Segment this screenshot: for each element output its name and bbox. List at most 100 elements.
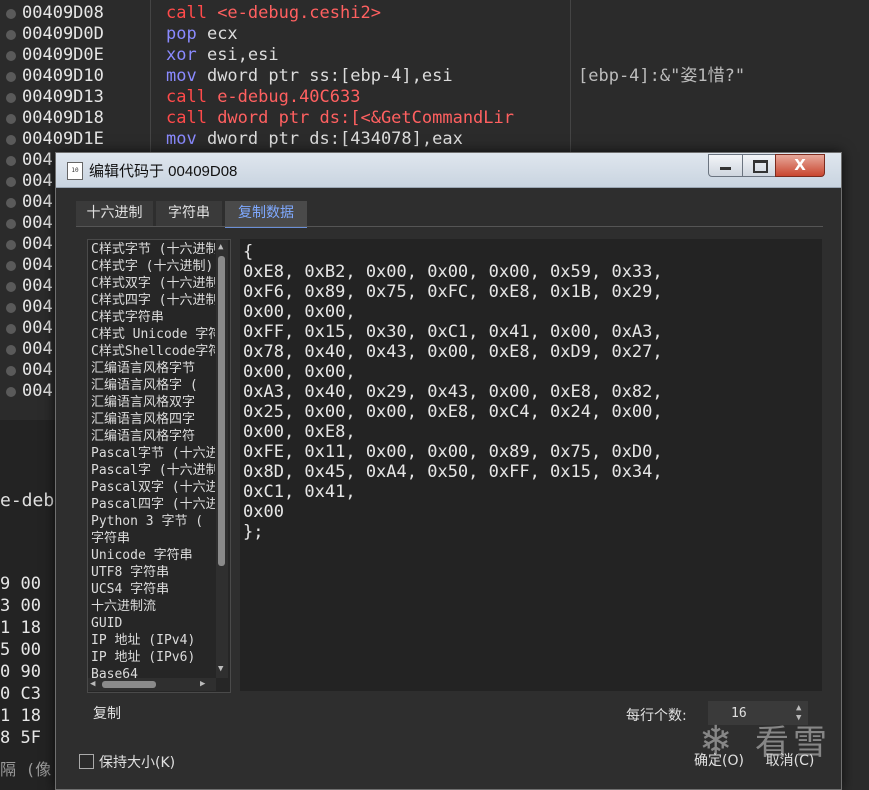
format-list-item[interactable]: C样式字符串 [91, 309, 215, 326]
copy-button[interactable]: 复制 [87, 703, 127, 725]
scroll-right-icon[interactable]: ▶ [200, 678, 205, 691]
minimize-button[interactable] [708, 154, 743, 177]
format-list-item[interactable]: IP 地址 (IPv6) [91, 649, 215, 666]
asm-row-stub: 004 [0, 150, 56, 171]
asm-row[interactable]: 00409D10 mov dword ptr ss:[ebp-4],esi [ebp… [0, 66, 869, 87]
format-list-item[interactable]: 汇编语言风格字符 [91, 428, 215, 445]
format-list-item[interactable]: C样式四字 (十六进制) [91, 292, 215, 309]
asm-row-stub: 004 [0, 318, 56, 339]
tab-hex[interactable]: 十六进制 [76, 201, 153, 226]
format-list-item[interactable]: C样式Shellcode字符串 [91, 343, 215, 360]
format-list-item[interactable]: C样式字 (十六进制) [91, 258, 215, 275]
breakpoint-dot-icon[interactable] [6, 72, 16, 82]
format-list-item[interactable]: 汇编语言风格字 ( [91, 377, 215, 394]
asm-row[interactable]: 00409D1E mov dword ptr ds:[434078],eax [0, 129, 869, 150]
scroll-thumb[interactable] [218, 256, 225, 566]
asm-row-stub: 004 [0, 171, 56, 192]
dump-row: 3 00 [0, 596, 41, 616]
breakpoint-dot-icon [6, 282, 16, 292]
code-output-textarea[interactable]: { 0xE8, 0xB2, 0x00, 0x00, 0x00, 0x59, 0x… [240, 239, 822, 691]
per-line-label: 每行个数: [626, 708, 687, 724]
asm-row[interactable]: 00409D08 call <e-debug.ceshi2> [0, 3, 869, 24]
asm-address: 00409D1E [22, 129, 104, 149]
asm-row[interactable]: 00409D13 call e-debug.40C633 [0, 87, 869, 108]
breakpoint-dot-icon[interactable] [6, 114, 16, 124]
format-list-item[interactable]: IP 地址 (IPv4) [91, 632, 215, 649]
asm-instruction: call e-debug.40C633 [166, 87, 361, 107]
breakpoint-dot-icon [6, 324, 16, 334]
edit-code-dialog: 10 编辑代码于 00409D08 X 十六进制 字符串 复制数据 C样式字节 … [55, 152, 842, 790]
breakpoint-dot-icon[interactable] [6, 135, 16, 145]
asm-address: 004 [22, 213, 53, 233]
asm-address: 004 [22, 234, 53, 254]
asm-instruction: call <e-debug.ceshi2> [166, 3, 381, 23]
asm-row-stub: 004 [0, 192, 56, 213]
close-button[interactable]: X [775, 154, 825, 177]
asm-address: 004 [22, 192, 53, 212]
asm-address: 004 [22, 150, 53, 170]
breakpoint-dot-icon[interactable] [6, 51, 16, 61]
format-list-item[interactable]: Unicode 字符串 [91, 547, 215, 564]
dump-row: 9 00 [0, 574, 41, 594]
format-list[interactable]: C样式字节 (十六进制) C样式字 (十六进制) C样式双字 (十六进制) C样式四字… [87, 239, 231, 693]
maximize-button[interactable] [742, 154, 776, 177]
dialog-titlebar[interactable]: 10 编辑代码于 00409D08 X [56, 153, 841, 188]
asm-address: 004 [22, 339, 53, 359]
asm-comment: [ebp-4]:&"姿1惜?" [578, 66, 746, 86]
breakpoint-dot-icon [6, 177, 16, 187]
scroll-up-icon[interactable]: ▲ [218, 242, 223, 252]
spin-arrows-icon[interactable]: ▲ ▼ [796, 703, 801, 723]
per-line-spinbox[interactable]: ▲▼ [708, 701, 808, 725]
format-list-vscrollbar[interactable]: ▲ ▼ [216, 240, 228, 678]
scroll-left-icon[interactable]: ◀ [90, 678, 95, 691]
breakpoint-dot-icon [6, 219, 16, 229]
close-icon: X [794, 156, 806, 174]
per-line-input[interactable] [708, 701, 788, 725]
breakpoint-dot-icon[interactable] [6, 9, 16, 19]
breakpoint-dot-icon [6, 198, 16, 208]
format-list-item[interactable]: UCS4 字符串 [91, 581, 215, 598]
ok-button[interactable]: 确定(O) [686, 748, 752, 774]
format-list-item[interactable]: Pascal字 (十六进制) [91, 462, 215, 479]
minimize-icon [720, 167, 731, 170]
asm-address: 004 [22, 276, 53, 296]
format-list-item[interactable]: 汇编语言风格四字 [91, 411, 215, 428]
tab-copy-data[interactable]: 复制数据 [225, 201, 307, 228]
dialog-title: 编辑代码于 00409D08 [89, 163, 238, 180]
asm-row[interactable]: 00409D0D pop ecx [0, 24, 869, 45]
format-list-item[interactable]: C样式字节 (十六进制) [91, 241, 215, 258]
asm-row-stub: 004 [0, 276, 56, 297]
asm-instruction: xor esi,esi [166, 45, 279, 65]
format-list-item[interactable]: Pascal双字 (十六进制) [91, 479, 215, 496]
format-list-item[interactable]: GUID [91, 615, 215, 632]
format-list-item[interactable]: 十六进制流 [91, 598, 215, 615]
breakpoint-dot-icon [6, 366, 16, 376]
format-list-item[interactable]: 汇编语言风格字节 [91, 360, 215, 377]
format-list-item[interactable]: Pascal四字 (十六进制) [91, 496, 215, 513]
asm-row[interactable]: 00409D0E xor esi,esi [0, 45, 869, 66]
format-list-item[interactable]: Python 3 字节 ( [91, 513, 215, 530]
format-list-item[interactable]: C样式 Unicode 字符串 [91, 326, 215, 343]
format-list-hscrollbar[interactable]: ◀ ▶ [88, 678, 216, 691]
format-list-item[interactable]: Pascal字节 (十六进制) [91, 445, 215, 462]
scroll-thumb[interactable] [102, 681, 156, 688]
format-list-item[interactable]: C样式双字 (十六进制) [91, 275, 215, 292]
format-list-item[interactable]: UTF8 字符串 [91, 564, 215, 581]
checkbox-icon[interactable] [79, 754, 94, 769]
breakpoint-dot-icon[interactable] [6, 93, 16, 103]
format-list-item[interactable]: 汇编语言风格双字 [91, 394, 215, 411]
cancel-button[interactable]: 取消(C) [759, 748, 821, 774]
breakpoint-dot-icon [6, 303, 16, 313]
tab-string[interactable]: 字符串 [156, 201, 222, 226]
asm-row-stub: 004 [0, 339, 56, 360]
asm-row-stub: 004 [0, 297, 56, 318]
format-list-item[interactable]: 字符串 [91, 530, 215, 547]
keep-size-label: 保持大小(K) [99, 755, 176, 771]
asm-address: 00409D10 [22, 66, 104, 86]
asm-address: 004 [22, 171, 53, 191]
scroll-down-icon[interactable]: ▼ [218, 664, 223, 674]
asm-row[interactable]: 00409D18 call dword ptr ds:[<&GetCommandL… [0, 108, 869, 129]
asm-instruction: mov dword ptr ss:[ebp-4],esi [166, 66, 453, 86]
breakpoint-dot-icon[interactable] [6, 30, 16, 40]
status-fragment: 隔 (像 [0, 760, 52, 779]
